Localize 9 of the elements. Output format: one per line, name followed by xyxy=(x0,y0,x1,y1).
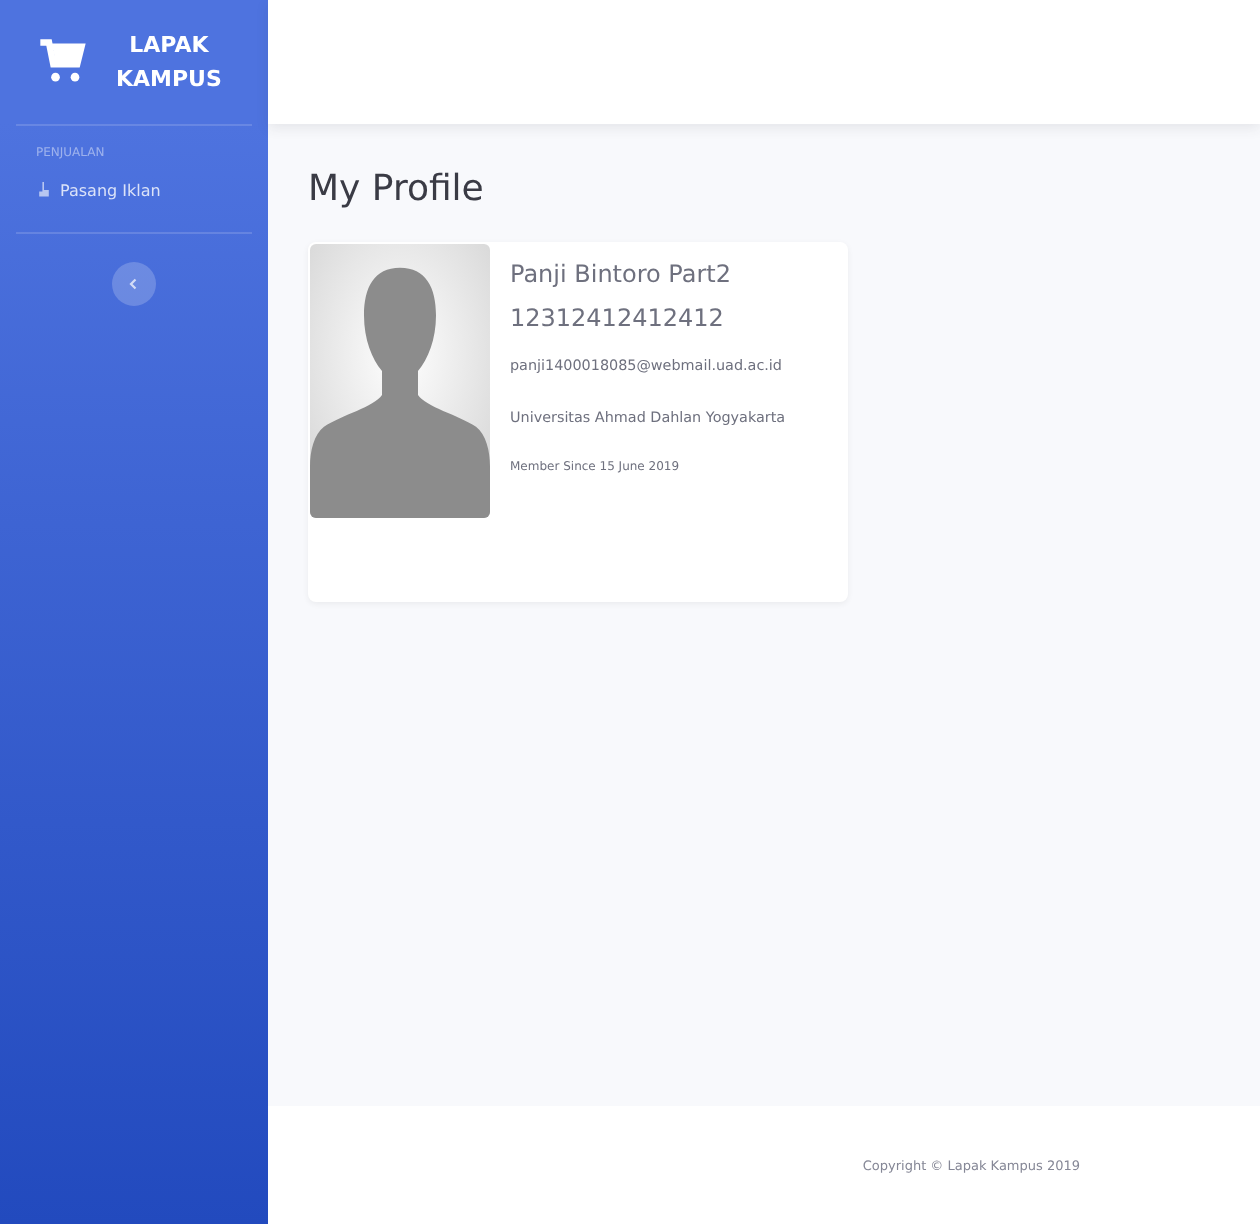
sidebar-item[interactable]: Pasang Iklan xyxy=(8,176,189,232)
sidebar-toggle-button[interactable] xyxy=(112,262,156,306)
cart-icon xyxy=(36,36,88,88)
page-title: My Profile xyxy=(308,168,486,210)
hand-icon xyxy=(36,180,52,200)
profile-number: 12312412412412 xyxy=(510,304,726,332)
profile-name: Panji Bintoro Part2 xyxy=(510,260,734,288)
brand-name[interactable]: LAPAK KAMPUS xyxy=(116,28,222,96)
chevron-left-icon xyxy=(128,278,140,290)
